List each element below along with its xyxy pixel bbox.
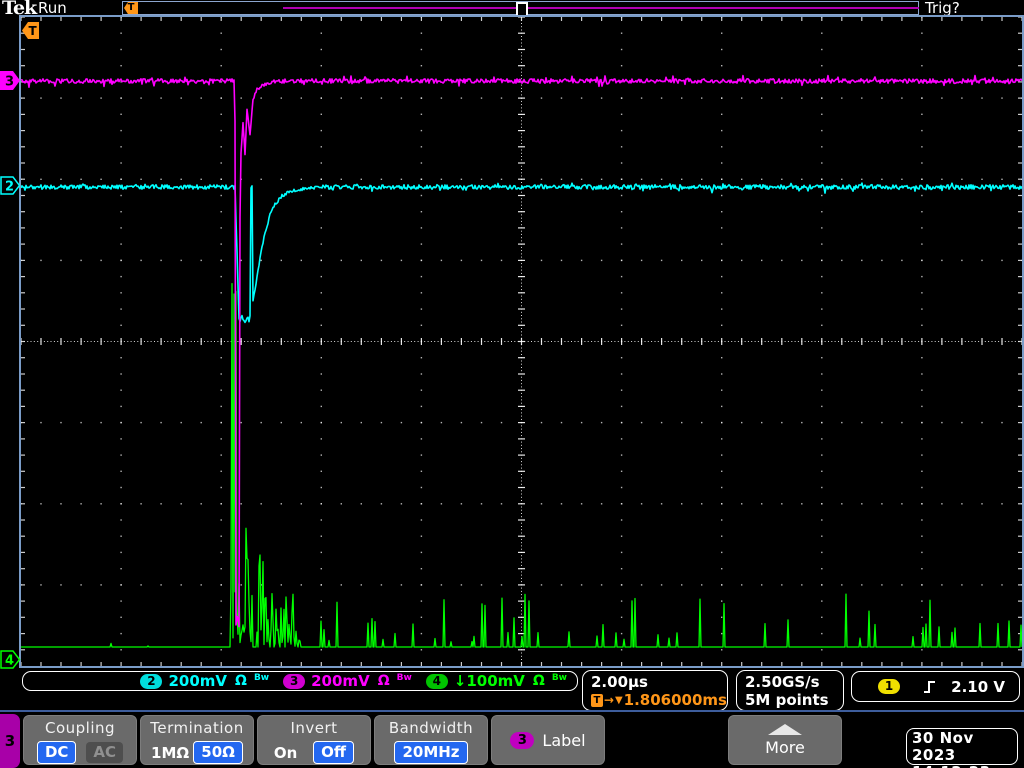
ch2-scale: 200mV: [168, 672, 228, 690]
termination-title: Termination: [150, 719, 244, 737]
ch3-impedance: Ω: [377, 673, 390, 689]
coupling-title: Coupling: [44, 719, 116, 737]
bandwidth-button[interactable]: Bandwidth 20MHz: [374, 715, 488, 765]
delay-value: 1.806000ms: [623, 691, 727, 709]
ch4-bandwidth-flag: Bw: [551, 673, 567, 683]
oscilloscope-screen: Tek Run Trig? T 3 2 4 T 2 200mV Ω Bw 3 2…: [0, 0, 1024, 768]
trigger-level-marker[interactable]: T: [22, 22, 39, 39]
ch4-position-marker[interactable]: 4: [0, 650, 21, 669]
timebase-scale: 2.00µs: [591, 673, 648, 691]
label-button[interactable]: 3 Label: [491, 715, 605, 765]
acquisition-readout-box: 2.50GS/s 5M points: [736, 670, 844, 711]
coupling-dc-option[interactable]: DC: [36, 741, 77, 764]
trigger-level-value: 2.10 V: [951, 677, 1005, 696]
rising-edge-icon: [924, 680, 935, 693]
svg-text:2: 2: [5, 180, 14, 195]
ch2-badge: 2: [140, 673, 163, 689]
triangle-down-icon: ▼: [614, 694, 623, 706]
bandwidth-20mhz-option[interactable]: 20MHz: [394, 741, 468, 764]
waveform-display: [21, 17, 1022, 666]
termination-50ohm-option[interactable]: 50Ω: [193, 741, 243, 764]
svg-text:3: 3: [5, 75, 14, 90]
graticule: [19, 15, 1024, 668]
more-button[interactable]: More: [728, 715, 842, 765]
channel-readouts-box: 2 200mV Ω Bw 3 200mV Ω Bw 4 ↓100mV Ω Bw: [22, 671, 578, 691]
datetime-box: 30 Nov 2023 14:12:23: [906, 728, 1018, 768]
ch3-bandwidth-flag: Bw: [396, 673, 412, 683]
channel3-menu-tab: 3: [0, 714, 20, 768]
ch2-impedance: Ω: [235, 673, 247, 689]
ch3-scale: 200mV: [311, 672, 370, 690]
trigger-t-icon: T: [591, 693, 603, 707]
termination-1mohm-option[interactable]: 1MΩ: [151, 744, 189, 762]
termination-button[interactable]: Termination 1MΩ 50Ω: [140, 715, 254, 765]
chevron-up-icon: [768, 723, 802, 735]
arrow-right-icon: →: [603, 693, 614, 707]
ch3-readout[interactable]: 3 200mV Ω Bw: [283, 672, 412, 690]
more-label: More: [765, 737, 805, 757]
record-view-trace-ch3: [283, 7, 919, 9]
label-channel-badge: 3: [510, 731, 535, 749]
horizontal-delay: T → ▼ 1.806000ms: [591, 691, 727, 709]
trigger-position-flag-icon[interactable]: T: [124, 2, 138, 14]
trigger-source-badge: 1: [878, 679, 900, 694]
ch4-readout[interactable]: 4 ↓100mV Ω Bw: [425, 672, 567, 690]
trigger-readout-box: 1 2.10 V: [851, 671, 1020, 702]
invert-button[interactable]: Invert On Off: [257, 715, 371, 765]
coupling-ac-option[interactable]: AC: [86, 742, 124, 763]
ch2-readout[interactable]: 2 200mV Ω Bw: [140, 672, 269, 690]
date: 30 Nov 2023: [912, 729, 974, 764]
invert-off-option[interactable]: Off: [313, 741, 355, 764]
record-view-strip[interactable]: T: [122, 1, 919, 17]
sample-rate: 2.50GS/s: [745, 673, 820, 691]
invert-title: Invert: [290, 719, 338, 737]
time: 14:12:23: [912, 764, 1017, 768]
ch2-bandwidth-flag: Bw: [253, 673, 270, 683]
svg-text:T: T: [29, 24, 38, 38]
horizontal-readout-box: 2.00µs T → ▼ 1.806000ms: [582, 670, 728, 711]
ch4-impedance: Ω: [532, 673, 545, 689]
ch4-scale: ↓100mV: [453, 672, 525, 690]
record-length: 5M points: [745, 691, 829, 709]
menu-divider: [0, 710, 1024, 712]
bandwidth-title: Bandwidth: [388, 719, 474, 737]
label-text: Label: [542, 730, 586, 750]
invert-on-option[interactable]: On: [274, 744, 297, 762]
ch3-position-marker[interactable]: 3: [0, 71, 21, 90]
ch2-position-marker[interactable]: 2: [0, 176, 21, 195]
ch3-badge: 3: [283, 673, 306, 689]
ch4-badge: 4: [425, 673, 448, 689]
coupling-button[interactable]: Coupling DC AC: [23, 715, 137, 765]
svg-text:4: 4: [5, 654, 14, 669]
